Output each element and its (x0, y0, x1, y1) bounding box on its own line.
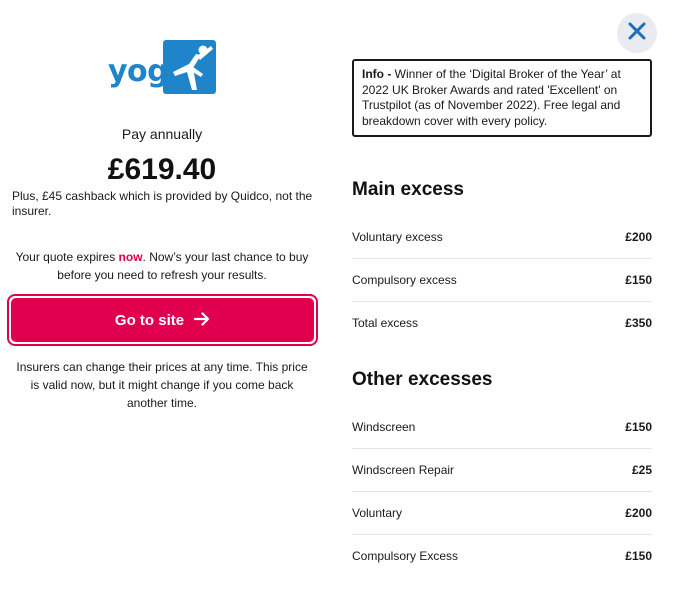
go-to-site-label: Go to site (114, 311, 185, 329)
payment-frequency: Pay annually (121, 126, 203, 142)
quote-price: £619.40 (107, 153, 217, 186)
quote-summary-panel: yoga Pay annually £619.40 Plus, £45 cash… (0, 0, 324, 591)
info-text: Winner of the ‘Digital Broker of the Yea… (362, 67, 621, 128)
excess-row: Windscreen £150 (352, 405, 652, 448)
yoga-figure-icon (163, 40, 216, 94)
excess-label: Total excess (352, 315, 419, 330)
excess-row: Voluntary £200 (352, 491, 652, 534)
insurer-logo: yoga (108, 40, 218, 96)
info-prefix: Info - (362, 67, 395, 81)
cashback-note: Plus, £45 cashback which is provided by … (12, 189, 313, 218)
close-button[interactable] (617, 13, 657, 53)
info-box: Info - Winner of the ‘Digital Broker of … (352, 59, 652, 137)
excess-value: £150 (625, 419, 652, 434)
excess-value: £25 (631, 462, 652, 477)
excess-label: Compulsory excess (352, 272, 457, 287)
excess-label: Voluntary (352, 505, 403, 520)
main-excess-title: Main excess (352, 179, 464, 200)
close-icon (628, 22, 646, 45)
excess-label: Windscreen Repair (352, 462, 455, 477)
go-to-site-button[interactable]: Go to site (11, 298, 314, 342)
excess-label: Voluntary excess (352, 229, 443, 244)
excess-row: Windscreen Repair £25 (352, 448, 652, 491)
excess-value: £350 (625, 315, 652, 330)
quote-details-modal: yoga Pay annually £619.40 Plus, £45 cash… (0, 0, 673, 591)
excess-value: £200 (625, 229, 652, 244)
excess-row: Voluntary excess £200 (352, 215, 652, 258)
quote-expiry-note: Your quote expires now. Now’s your last … (12, 248, 312, 284)
expiry-now: now (118, 250, 143, 264)
arrow-right-icon (193, 310, 210, 331)
go-to-site-focus-ring: Go to site (7, 294, 318, 346)
excess-row: Total excess £350 (352, 301, 652, 344)
excess-value: £200 (625, 505, 652, 520)
excess-row: Compulsory Excess £150 (352, 534, 652, 577)
excess-value: £150 (625, 272, 652, 287)
price-disclaimer: Insurers can change their prices at any … (16, 360, 308, 410)
excess-value: £150 (625, 548, 652, 563)
excess-row: Compulsory excess £150 (352, 258, 652, 301)
expiry-prefix: Your quote expires (15, 250, 119, 264)
other-excesses-title: Other excesses (352, 369, 493, 390)
excess-label: Windscreen (352, 419, 416, 434)
excess-label: Compulsory Excess (352, 548, 459, 563)
